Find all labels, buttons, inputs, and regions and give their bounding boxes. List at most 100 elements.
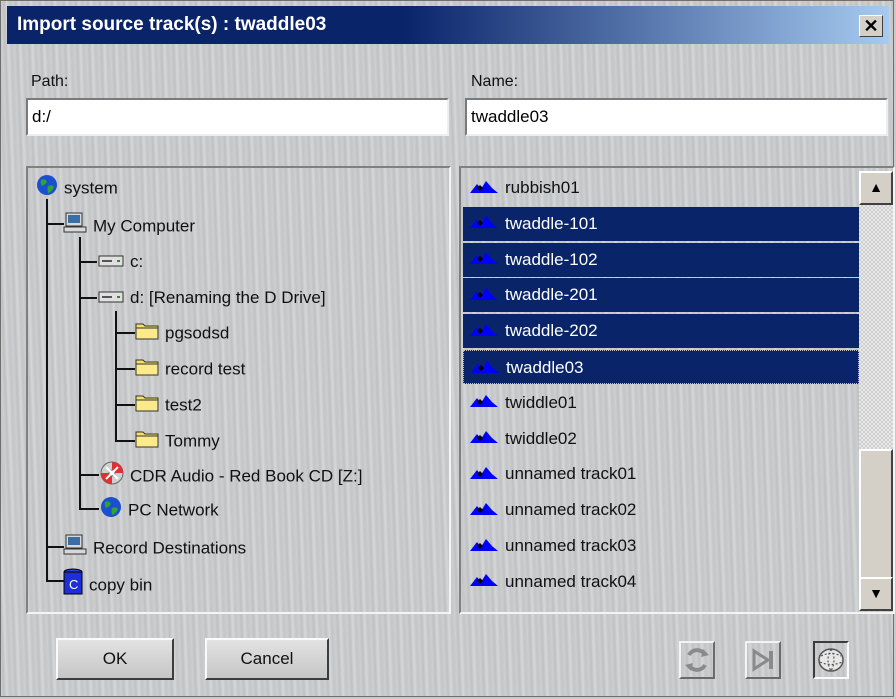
track-list-item[interactable]: twaddle-101 xyxy=(463,206,859,241)
folder-icon xyxy=(135,392,159,420)
tree-item[interactable]: c: xyxy=(98,249,143,275)
close-icon: ✕ xyxy=(863,16,879,36)
track-list-item[interactable]: unnamed track02 xyxy=(463,493,859,527)
track-list-item[interactable]: unnamed track01 xyxy=(463,457,859,491)
tree-item-label: PC Network xyxy=(128,500,219,520)
computer-icon xyxy=(63,534,87,564)
tree-connector-line xyxy=(79,261,97,263)
audio-track-icon xyxy=(469,315,505,349)
track-list-item-label: twaddle-101 xyxy=(505,213,598,233)
bin-icon: C xyxy=(63,568,83,604)
tree-item-label: CDR Audio - Red Book CD [Z:] xyxy=(130,466,363,486)
name-input[interactable]: twaddle03 xyxy=(465,98,888,136)
globe-icon xyxy=(100,496,122,526)
scroll-thumb[interactable] xyxy=(859,449,893,579)
track-list-item-label: rubbish01 xyxy=(505,178,580,197)
close-button[interactable]: ✕ xyxy=(859,15,883,37)
tree-connector-line xyxy=(115,311,117,441)
folder-icon xyxy=(135,356,159,384)
tree-item[interactable]: PC Network xyxy=(100,496,219,522)
tree-item-label: d: [Renaming the D Drive] xyxy=(130,288,326,307)
audio-track-icon xyxy=(469,530,505,564)
audio-track-icon xyxy=(469,494,505,528)
tree-connector-line xyxy=(79,297,97,299)
tree-item[interactable]: record test xyxy=(135,356,245,382)
tree-item-label: pgsodsd xyxy=(165,323,230,343)
tree-connector-line xyxy=(46,199,48,581)
track-list-item[interactable]: twaddle-201 xyxy=(463,278,859,313)
arrow-down-icon: ▼ xyxy=(869,585,883,601)
arrow-up-icon: ▲ xyxy=(869,179,883,195)
scroll-down-button[interactable]: ▼ xyxy=(859,577,893,611)
tree-item[interactable]: test2 xyxy=(135,392,202,418)
tree-item[interactable]: Ccopy bin xyxy=(63,568,152,595)
tree-item[interactable]: Record Destinations xyxy=(63,534,246,560)
tree-item-label: record test xyxy=(165,359,246,379)
title-bar[interactable]: Import source track(s) : twaddle03 ✕ xyxy=(7,6,889,44)
track-list-scrollbar[interactable]: ▲ ▼ xyxy=(859,171,893,611)
audio-track-icon xyxy=(469,279,505,313)
track-list-item[interactable]: rubbish01 xyxy=(463,171,859,205)
audio-track-icon xyxy=(469,565,505,599)
track-list-item-label: twaddle-201 xyxy=(505,285,598,305)
tree-connector-line xyxy=(115,440,135,442)
track-list-item[interactable]: twiddle02 xyxy=(463,422,859,456)
folder-icon xyxy=(135,320,159,348)
tree-item-label: Record Destinations xyxy=(93,538,247,558)
track-list-item[interactable]: twaddle03 xyxy=(463,350,859,384)
scroll-up-button[interactable]: ▲ xyxy=(859,171,893,205)
skip-to-end-button[interactable] xyxy=(745,641,781,679)
network-browse-button[interactable] xyxy=(813,641,849,679)
track-list-item-label: twaddle-102 xyxy=(505,249,598,269)
import-dialog: Import source track(s) : twaddle03 ✕ Pat… xyxy=(0,0,895,697)
tree-connector-line xyxy=(115,332,135,334)
tree-item-label: Tommy xyxy=(165,431,220,451)
refresh-button[interactable] xyxy=(679,641,715,679)
track-list-item[interactable]: unnamed track03 xyxy=(463,529,859,563)
drive-icon xyxy=(98,250,124,276)
tree-connector-line xyxy=(79,474,99,476)
tree-connector-line xyxy=(115,368,135,370)
track-list-item-label: twaddle-202 xyxy=(505,321,598,341)
track-list-item[interactable]: unnamed track04 xyxy=(463,565,859,599)
window-title: Import source track(s) : twaddle03 xyxy=(17,14,327,35)
path-label: Path: xyxy=(31,73,69,90)
computer-icon xyxy=(63,212,87,242)
tree-item-label: c: xyxy=(130,252,144,271)
network-globe-icon xyxy=(818,648,844,672)
tree-item[interactable]: Tommy xyxy=(135,428,220,454)
audio-track-icon xyxy=(469,172,505,206)
track-list-item[interactable]: twiddle01 xyxy=(463,386,859,420)
audio-track-icon xyxy=(469,207,505,241)
track-list-item-label: unnamed track01 xyxy=(505,464,637,484)
track-list-item[interactable]: twaddle-102 xyxy=(463,242,859,277)
refresh-icon xyxy=(685,648,709,672)
audio-track-icon xyxy=(469,422,505,456)
track-list-item-label: unnamed track04 xyxy=(505,571,637,591)
cancel-button[interactable]: Cancel xyxy=(205,638,329,680)
tree-connector-line xyxy=(46,546,64,548)
track-list-item-label: twiddle01 xyxy=(505,392,577,412)
audio-track-icon xyxy=(469,243,505,277)
audio-track-icon xyxy=(469,458,505,492)
track-list-item[interactable]: twaddle-202 xyxy=(463,314,859,349)
track-list-item-label: twaddle03 xyxy=(506,358,584,377)
tree-item[interactable]: system xyxy=(36,174,118,200)
tree-connector-line xyxy=(46,580,64,582)
ok-button[interactable]: OK xyxy=(56,638,174,680)
tree-connector-line xyxy=(79,237,81,509)
folder-icon xyxy=(135,428,159,456)
path-input[interactable]: d:/ xyxy=(26,98,449,136)
audio-track-icon xyxy=(470,352,506,386)
tree-connector-line xyxy=(46,223,64,225)
tree-item[interactable]: CDR Audio - Red Book CD [Z:] xyxy=(100,461,362,487)
tree-connector-line xyxy=(79,508,99,510)
name-label: Name: xyxy=(471,73,519,90)
track-list-item-label: unnamed track03 xyxy=(505,536,637,555)
track-list-item-label: unnamed track02 xyxy=(505,500,637,520)
tree-item[interactable]: d: [Renaming the D Drive] xyxy=(98,285,326,311)
tree-item[interactable]: pgsodsd xyxy=(135,320,229,346)
tree-item[interactable]: My Computer xyxy=(63,212,195,238)
cd-icon xyxy=(100,461,124,493)
tree-item-label: My Computer xyxy=(93,216,196,236)
